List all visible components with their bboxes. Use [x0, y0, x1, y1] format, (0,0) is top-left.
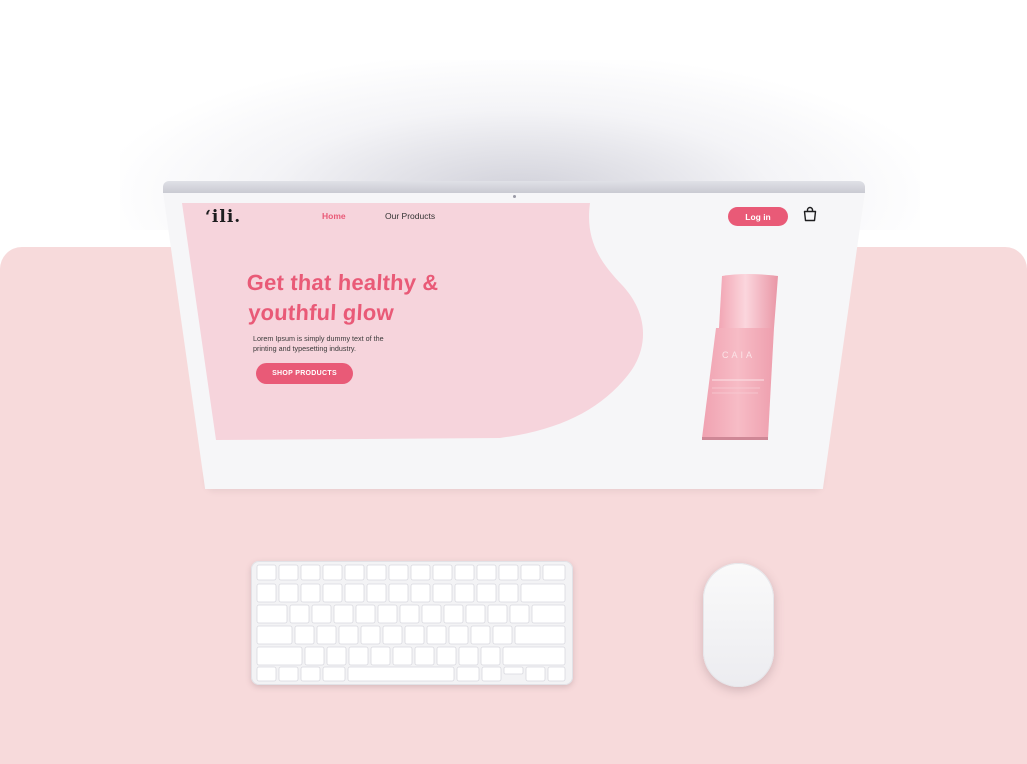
shopping-bag-icon[interactable]	[802, 206, 818, 222]
hero-subtext: Lorem Ipsum is simply dummy text of the …	[253, 334, 453, 353]
nav-products-link[interactable]: Our Products	[385, 211, 435, 221]
nav-home-link[interactable]: Home	[322, 211, 346, 221]
keyboard	[251, 561, 573, 685]
mouse	[703, 563, 774, 687]
hero-headline: Get that healthy & youthful glow	[244, 268, 439, 328]
product-brand-label: CAIA	[722, 350, 756, 360]
hero-subtext-line-2: printing and typesetting industry.	[253, 343, 356, 353]
site-logo[interactable]: ‘ili.	[205, 207, 241, 227]
hero-headline-line-1: Get that healthy &	[246, 270, 440, 295]
shop-products-button[interactable]: SHOP PRODUCTS	[256, 363, 353, 384]
hero-headline-line-2: youthful glow	[247, 300, 395, 325]
login-button[interactable]: Log in	[728, 207, 788, 226]
keyboard-keys	[256, 564, 566, 682]
hero-subtext-line-1: Lorem Ipsum is simply dummy text of the	[253, 334, 384, 343]
